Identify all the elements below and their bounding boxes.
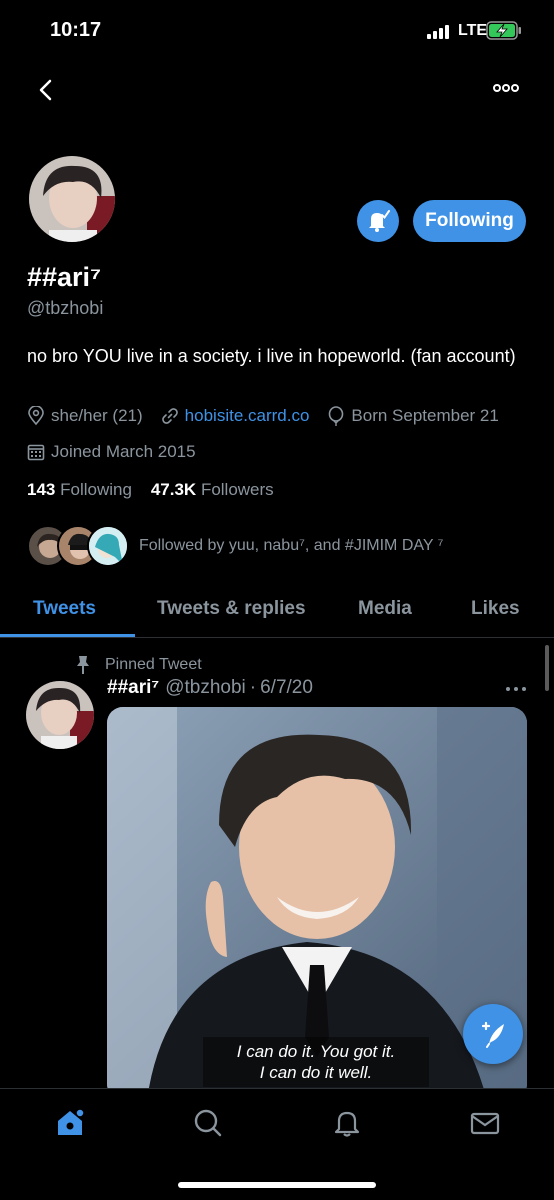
tweet-author-avatar[interactable]: [26, 681, 94, 749]
profile-screen: 10:17 LTE Following ##ari⁷ @tbzhobi no b…: [0, 0, 554, 1200]
birthday-text: Born September 21: [351, 406, 499, 425]
profile-meta-row: she/her (21) hobisite.carrd.co Born Sept…: [27, 406, 517, 426]
profile-tabs: Tweets Tweets & replies Media Likes: [0, 588, 554, 638]
pin-icon: [77, 656, 89, 674]
scrollbar[interactable]: [545, 645, 549, 691]
tweet-more-icon[interactable]: [505, 685, 527, 693]
followed-by-row[interactable]: Followed by yuu, nabu⁷, and #JIMIM DAY ⁷: [27, 525, 527, 570]
status-bar: 10:17 LTE: [0, 0, 554, 60]
joined-item: Joined March 2015: [27, 442, 196, 462]
network-label: LTE: [458, 22, 488, 39]
joined-row: Joined March 2015: [27, 442, 214, 462]
tweet-separator: ·: [249, 677, 257, 698]
pinned-tweet-text: Pinned Tweet: [105, 656, 202, 673]
back-chevron-icon[interactable]: [32, 76, 60, 104]
link-icon: [161, 408, 178, 424]
caption-line-1: I can do it. You got it.: [236, 1042, 396, 1061]
search-icon[interactable]: [192, 1107, 224, 1139]
status-time: 10:17: [50, 19, 102, 41]
tweet-author-handle: @tbzhobi: [165, 677, 246, 698]
compose-feather-icon: [481, 1021, 504, 1048]
messages-mail-icon[interactable]: [469, 1107, 501, 1139]
home-icon[interactable]: [54, 1107, 86, 1139]
profile-display-name: ##ari⁷: [27, 262, 102, 292]
tab-likes[interactable]: Likes: [471, 598, 520, 620]
tweet-author-name[interactable]: ##ari⁷: [107, 677, 159, 699]
notifications-toggle-button[interactable]: [357, 200, 399, 242]
signal-icon: [427, 24, 451, 39]
follower-avatar: [87, 525, 129, 567]
pronouns-text: she/her (21): [51, 406, 143, 425]
following-count-link[interactable]: 143 Following: [27, 480, 132, 499]
caption-line-2: I can do it well.: [259, 1063, 373, 1082]
followers-count-link[interactable]: 47.3K Followers: [151, 480, 274, 499]
tab-media[interactable]: Media: [358, 598, 412, 620]
balloon-icon: [329, 406, 344, 426]
battery-charging-icon: [486, 21, 521, 40]
profile-bio: no bro YOU live in a society. i live in …: [27, 346, 516, 366]
home-indicator[interactable]: [178, 1182, 376, 1188]
birthday-item: Born September 21: [327, 406, 499, 426]
compose-tweet-button[interactable]: [463, 1004, 523, 1064]
tweet-date: 6/7/20: [260, 677, 313, 698]
profile-avatar[interactable]: [26, 153, 118, 245]
followed-by-text: Followed by yuu, nabu⁷, and #JIMIM DAY ⁷: [139, 537, 444, 554]
notifications-bell-icon[interactable]: [331, 1107, 363, 1139]
bell-check-icon: [369, 210, 390, 232]
tweet-header: ##ari⁷ @tbzhobi · 6/7/20: [107, 677, 313, 699]
profile-handle: @tbzhobi: [27, 298, 104, 318]
following-button[interactable]: Following: [413, 200, 526, 242]
website-link[interactable]: hobisite.carrd.co: [185, 406, 310, 426]
joined-text: Joined March 2015: [51, 442, 196, 461]
pinned-label: Pinned Tweet: [75, 655, 202, 675]
follow-counts: 143 Following 47.3K Followers: [27, 480, 274, 500]
active-tab-indicator: [0, 634, 135, 637]
more-dots-icon[interactable]: [490, 78, 522, 98]
location-pin-icon: [28, 406, 44, 426]
video-caption: I can do it. You got it. I can do it wel…: [203, 1037, 429, 1087]
tab-tweets-replies[interactable]: Tweets & replies: [157, 598, 306, 620]
calendar-icon: [27, 444, 45, 461]
location-item: she/her (21): [27, 406, 143, 426]
website-item[interactable]: hobisite.carrd.co: [161, 406, 310, 426]
top-nav: [0, 68, 554, 108]
tab-tweets[interactable]: Tweets: [33, 598, 96, 620]
